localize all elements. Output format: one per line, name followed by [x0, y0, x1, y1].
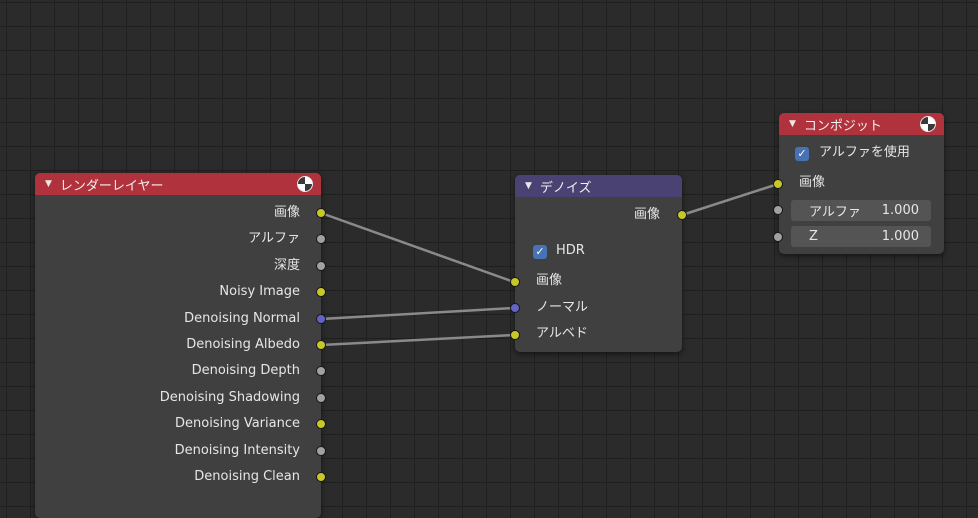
link-normal-to-denoise[interactable]: [320, 306, 515, 321]
link-denoise-to-composite[interactable]: [681, 182, 779, 217]
render-layers-output-socket[interactable]: [316, 340, 326, 350]
render-layers-output-socket[interactable]: [316, 261, 326, 271]
collapse-triangle-icon[interactable]: ▼: [789, 119, 796, 129]
composite-input-alpha-socket[interactable]: [773, 205, 783, 215]
render-layers-output-socket[interactable]: [316, 419, 326, 429]
render-layers-output-label: 深度: [273, 258, 300, 273]
use-alpha-checkbox[interactable]: ✓: [795, 147, 809, 161]
render-layers-output-socket[interactable]: [316, 314, 326, 324]
render-preview-globe-icon[interactable]: [297, 176, 313, 192]
render-layers-output-label: Denoising Intensity: [174, 443, 300, 458]
denoise-input-albedo-label: アルベド: [536, 326, 588, 341]
z-field-value: 1.000: [881, 229, 919, 244]
link-image-to-denoise[interactable]: [320, 211, 515, 284]
render-layers-output-label: 画像: [273, 205, 300, 220]
denoise-input-normal-label: ノーマル: [536, 300, 589, 315]
composite-node[interactable]: ▼ コンポジット ✓ アルファを使用 画像 アルファ 1.000 Z 1.000: [779, 113, 944, 254]
render-layers-output-label: Denoising Variance: [175, 416, 300, 431]
render-layers-output-socket[interactable]: [316, 366, 326, 376]
hdr-label: HDR: [556, 243, 585, 258]
node-title: レンダーレイヤー: [59, 178, 164, 194]
alpha-field-label: アルファ: [809, 205, 861, 220]
denoise-input-normal-socket[interactable]: [510, 303, 520, 313]
render-preview-globe-icon[interactable]: [920, 116, 936, 132]
render-layers-output-label: Denoising Shadowing: [159, 390, 300, 405]
render-layers-output-label: Denoising Normal: [184, 311, 300, 326]
render-layers-output-socket[interactable]: [316, 208, 326, 218]
render-layers-output-label: Denoising Albedo: [186, 337, 300, 352]
render-layers-output-socket[interactable]: [316, 472, 326, 482]
render-layers-output-label: アルファ: [248, 231, 300, 246]
render-layers-header[interactable]: ▼ レンダーレイヤー: [35, 173, 321, 195]
denoise-output-label: 画像: [633, 207, 660, 222]
hdr-checkbox[interactable]: ✓: [533, 245, 547, 259]
denoise-node[interactable]: ▼ デノイズ 画像 ✓ HDR 画像 ノーマル アルベド: [515, 175, 682, 352]
use-alpha-label: アルファを使用: [819, 145, 910, 160]
render-layers-output-label: Noisy Image: [219, 284, 300, 299]
collapse-triangle-icon[interactable]: ▼: [525, 181, 532, 191]
composite-input-z-socket[interactable]: [773, 232, 783, 242]
composite-header[interactable]: ▼ コンポジット: [779, 113, 944, 135]
link-albedo-to-denoise[interactable]: [320, 333, 515, 347]
denoise-input-image-socket[interactable]: [510, 277, 520, 287]
render-layers-output-socket[interactable]: [316, 234, 326, 244]
composite-input-image-socket[interactable]: [773, 179, 783, 189]
node-title: コンポジット: [803, 118, 882, 134]
alpha-value-field[interactable]: アルファ 1.000: [791, 200, 931, 221]
composite-input-image-label: 画像: [799, 175, 826, 190]
render-layers-output-label: Denoising Clean: [194, 469, 300, 484]
denoise-input-albedo-socket[interactable]: [510, 330, 520, 340]
denoise-output-image-socket[interactable]: [677, 210, 687, 220]
z-field-label: Z: [809, 229, 818, 244]
denoise-input-image-label: 画像: [536, 273, 563, 288]
node-title: デノイズ: [539, 180, 592, 196]
render-layers-output-socket[interactable]: [316, 287, 326, 297]
z-value-field[interactable]: Z 1.000: [791, 226, 931, 247]
denoise-header[interactable]: ▼ デノイズ: [515, 175, 682, 197]
render-layers-output-label: Denoising Depth: [191, 363, 300, 378]
render-layers-output-socket[interactable]: [316, 393, 326, 403]
render-layers-output-socket[interactable]: [316, 446, 326, 456]
collapse-triangle-icon[interactable]: ▼: [45, 179, 52, 189]
alpha-field-value: 1.000: [881, 203, 919, 218]
